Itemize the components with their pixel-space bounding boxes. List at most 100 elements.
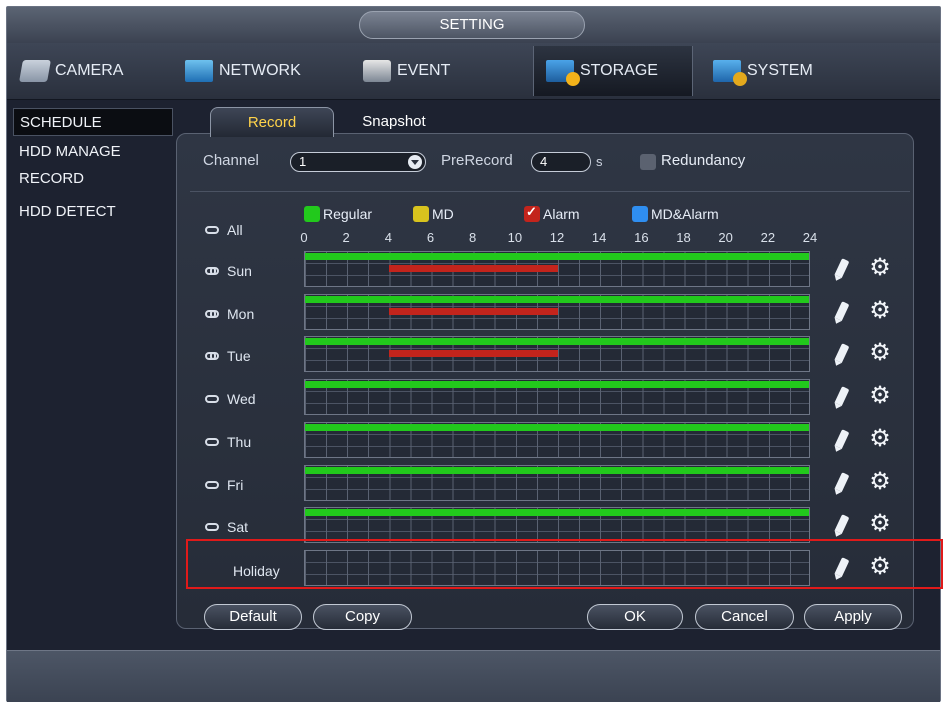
legend-md-label: MD xyxy=(432,206,454,222)
hour-label: 8 xyxy=(469,230,477,245)
sidebar-item-schedule[interactable]: SCHEDULE xyxy=(13,108,173,136)
schedule-track-mon[interactable] xyxy=(304,293,810,330)
md-swatch xyxy=(413,206,429,222)
window-title: SETTING xyxy=(359,11,585,39)
gear-icon[interactable]: ⚙ xyxy=(869,512,891,536)
default-button[interactable]: Default xyxy=(204,604,302,630)
all-row-label[interactable]: All xyxy=(205,222,243,238)
hour-label: 18 xyxy=(676,230,691,245)
cancel-button[interactable]: Cancel xyxy=(695,604,794,630)
legend-regular[interactable]: Regular xyxy=(304,206,372,222)
prerecord-label: PreRecord xyxy=(441,152,513,169)
gear-icon[interactable]: ⚙ xyxy=(869,256,891,280)
legend-regular-label: Regular xyxy=(323,206,373,222)
day-name: Sat xyxy=(227,519,249,536)
day-name: Fri xyxy=(227,476,244,493)
alarm-segment xyxy=(389,307,558,315)
copy-button[interactable]: Copy xyxy=(313,604,412,630)
tab-camera-label: CAMERA xyxy=(55,62,124,79)
legend-alarm[interactable]: Alarm xyxy=(524,204,580,222)
sidebar-item-hdd-detect[interactable]: HDD DETECT xyxy=(13,198,173,226)
legend-alarm-label: Alarm xyxy=(543,206,580,222)
legend-md-alarm-label: MD&Alarm xyxy=(651,206,719,222)
channel-select[interactable]: 1 xyxy=(290,152,426,172)
regular-segment xyxy=(305,295,809,303)
day-label-wed[interactable]: Wed xyxy=(205,391,256,407)
prerecord-input[interactable]: 4 xyxy=(531,152,591,172)
tab-snapshot[interactable]: Snapshot xyxy=(344,107,444,137)
day-label-thu[interactable]: Thu xyxy=(205,434,251,450)
gear-icon[interactable]: ⚙ xyxy=(869,469,891,493)
hour-label: 14 xyxy=(591,230,607,245)
legend-md[interactable]: MD xyxy=(413,206,454,222)
regular-segment xyxy=(305,466,809,474)
apply-button[interactable]: Apply xyxy=(804,604,902,630)
hour-label: 20 xyxy=(718,230,733,245)
form-divider xyxy=(190,191,910,192)
day-label-sun[interactable]: Sun xyxy=(205,263,252,279)
sidebar-item-record[interactable]: RECORD xyxy=(13,165,173,193)
regular-segment xyxy=(305,509,809,517)
event-icon xyxy=(363,60,391,82)
holiday-highlight xyxy=(186,539,943,589)
regular-swatch xyxy=(304,206,320,222)
schedule-track-sat[interactable] xyxy=(304,507,810,544)
storage-icon xyxy=(546,60,580,86)
channel-label: Channel xyxy=(203,152,259,169)
tab-record[interactable]: Record xyxy=(210,107,334,137)
regular-segment xyxy=(305,253,809,260)
day-label-tue[interactable]: Tue xyxy=(205,348,251,364)
tab-system-label: SYSTEM xyxy=(747,62,813,79)
link-icon xyxy=(205,226,219,234)
all-label: All xyxy=(227,222,243,238)
prerecord-unit: s xyxy=(596,154,603,169)
schedule-track-sun[interactable] xyxy=(304,251,810,287)
day-name: Mon xyxy=(227,305,255,322)
hour-label: 4 xyxy=(384,230,392,245)
day-label-sat[interactable]: Sat xyxy=(205,519,248,535)
linked-icon xyxy=(205,352,219,361)
ok-button[interactable]: OK xyxy=(587,604,683,630)
hour-label: 24 xyxy=(802,230,818,245)
chevron-down-icon xyxy=(408,155,422,169)
sidebar-item-hdd-manage[interactable]: HDD MANAGE xyxy=(13,138,173,166)
tab-system[interactable]: SYSTEM xyxy=(713,46,863,96)
day-label-fri[interactable]: Fri xyxy=(205,477,243,493)
schedule-track-wed[interactable] xyxy=(304,379,810,416)
tab-storage[interactable]: STORAGE xyxy=(533,46,693,96)
tab-event[interactable]: EVENT xyxy=(363,46,513,96)
alarm-segment xyxy=(389,265,558,272)
system-icon xyxy=(713,60,747,86)
schedule-track-tue[interactable] xyxy=(304,336,810,373)
hour-label: 6 xyxy=(426,230,435,245)
linked-icon xyxy=(205,267,219,275)
hour-label: 2 xyxy=(342,230,350,245)
unlinked-icon xyxy=(205,523,219,532)
redundancy-label: Redundancy xyxy=(661,152,746,169)
hour-label: 16 xyxy=(634,230,649,245)
day-name: Thu xyxy=(227,433,252,450)
legend-md-alarm[interactable]: MD&Alarm xyxy=(632,206,719,222)
hour-label: 0 xyxy=(300,230,308,245)
schedule-track-thu[interactable] xyxy=(304,421,810,458)
gear-icon[interactable]: ⚙ xyxy=(869,341,891,365)
alarm-checkbox-icon xyxy=(524,204,540,222)
hour-label: 12 xyxy=(549,230,565,245)
camera-icon xyxy=(19,60,51,82)
day-name: Sun xyxy=(227,263,252,279)
unlinked-icon xyxy=(205,480,219,489)
channel-value: 1 xyxy=(299,154,307,169)
tab-camera[interactable]: CAMERA xyxy=(19,46,171,96)
gear-icon[interactable]: ⚙ xyxy=(869,298,891,322)
tab-network-label: NETWORK xyxy=(219,62,301,79)
sidebar: SCHEDULE HDD MANAGE RECORD HDD DETECT xyxy=(7,100,179,640)
main-tab-bar: CAMERA NETWORK EVENT STORAGE SYSTEM xyxy=(7,43,940,100)
unlinked-icon xyxy=(205,395,219,404)
gear-icon[interactable]: ⚙ xyxy=(869,426,891,450)
schedule-track-fri[interactable] xyxy=(304,464,810,501)
day-name: Wed xyxy=(227,391,256,408)
day-label-mon[interactable]: Mon xyxy=(205,306,254,322)
gear-icon[interactable]: ⚙ xyxy=(869,384,891,408)
tab-network[interactable]: NETWORK xyxy=(185,46,335,96)
redundancy-checkbox[interactable] xyxy=(640,154,656,170)
